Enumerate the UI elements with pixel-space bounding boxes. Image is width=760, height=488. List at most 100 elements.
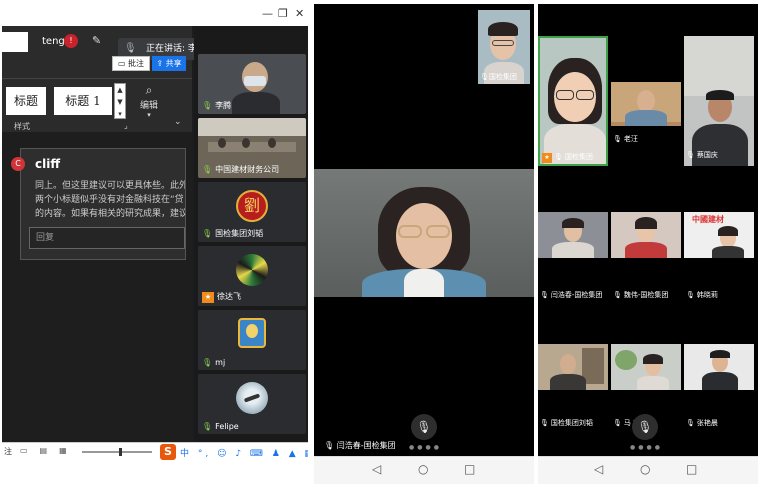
styles-group-label: 样式 bbox=[14, 122, 30, 131]
status-text: 注 bbox=[4, 447, 12, 456]
recents-icon[interactable]: □ bbox=[464, 462, 475, 476]
pen-icon[interactable]: ✎ bbox=[92, 34, 101, 47]
participant-name: 🎙 mj bbox=[202, 358, 226, 367]
minimize-icon[interactable]: — bbox=[262, 7, 273, 20]
window-titlebar: — ❐ ✕ bbox=[2, 4, 308, 26]
search-icon: ⌕ bbox=[145, 83, 153, 97]
ime-logo[interactable]: S bbox=[160, 444, 176, 460]
restore-icon[interactable]: ❐ bbox=[278, 7, 288, 20]
participant-tile[interactable]: 🎙 李腾 bbox=[198, 54, 306, 114]
account-alert-badge: ! bbox=[64, 34, 78, 48]
participant-tile[interactable]: 🎙 mj bbox=[198, 310, 306, 370]
word-ribbon: 标题 标题 1 ▲ ▼ ▾ ⌕ 编辑 ▾ 样式 ⌟ ⌄ bbox=[2, 78, 192, 132]
mute-button[interactable]: 🎙 bbox=[632, 414, 658, 440]
document-area: C cliff 同上。但这里建议可以更具体些。此外 两个小标题似乎没有对金融科技… bbox=[2, 132, 192, 442]
comment-author: cliff bbox=[35, 157, 61, 171]
microphone-icon: 🎙 bbox=[202, 358, 213, 367]
microphone-icon: 🎙 bbox=[686, 419, 695, 427]
microphone-icon: 🎙 bbox=[686, 151, 695, 159]
edit-label: 编辑 bbox=[139, 101, 158, 111]
mute-button[interactable]: 🎙 bbox=[411, 414, 437, 440]
host-icon: ★ bbox=[542, 153, 552, 163]
microphone-icon: 🎙 bbox=[202, 165, 213, 174]
participant-name: 🎙 Felipe bbox=[202, 422, 239, 431]
desktop-meeting-window: — ❐ ✕ teng ! ✎ 🎙 正在讲话: 李腾; mj; ▭ 批注 ⇪ 共享… bbox=[2, 4, 308, 460]
ime-icons[interactable]: 中 °, ☺ ♪ ⌨ ♟ ▲ ▦ bbox=[180, 446, 308, 459]
participant-tile[interactable]: 劉 🎙 国检集团刘韬 bbox=[198, 182, 306, 242]
avatar: 劉 bbox=[236, 190, 268, 222]
android-navbar: ◁ ○ □ bbox=[314, 456, 534, 484]
collapse-ribbon-icon[interactable]: ⌄ bbox=[174, 117, 182, 127]
page-indicator: ●●●● bbox=[409, 444, 442, 451]
style-heading[interactable]: 标题 bbox=[6, 87, 46, 115]
page-indicator: ●●●● bbox=[630, 444, 663, 451]
participant-tile[interactable]: 中國建材 🎙 韩晓莉 bbox=[684, 212, 754, 302]
microphone-icon: 🎙 bbox=[637, 420, 653, 434]
self-video-thumbnail[interactable]: 🎙国检集团 bbox=[478, 10, 530, 84]
view-mode-icons[interactable]: ▭▤▦ bbox=[20, 446, 79, 455]
reply-input[interactable]: 回复 bbox=[29, 227, 185, 249]
speaker-label: 🎙 闫浩春-国检集团 bbox=[324, 441, 396, 450]
microphone-icon: 🎙 bbox=[480, 73, 489, 81]
participant-name: 🎙国检集团 bbox=[480, 73, 517, 81]
android-navbar: ◁ ○ □ bbox=[538, 456, 758, 484]
participant-tile[interactable]: 🎙 魏伟-国检集团 bbox=[611, 212, 681, 302]
participant-name: 🎙 老汪 bbox=[613, 135, 638, 143]
style-heading-1[interactable]: 标题 1 bbox=[54, 87, 112, 115]
share-button[interactable]: ⇪ 共享 bbox=[152, 56, 186, 71]
microphone-icon: 🎙 bbox=[202, 422, 213, 431]
participant-tile[interactable]: 🎙 蔡国庆 bbox=[684, 36, 754, 166]
participant-name: 🎙 魏伟-国检集团 bbox=[613, 291, 669, 299]
phone-gallery-view: ★ 🎙 国检集团 🎙 老汪 🎙 蔡国庆 🎙 闫浩春-国检集团 🎙 魏伟-国检集团… bbox=[538, 4, 758, 484]
phone-speaker-view: 🎙国检集团 🎙 闫浩春-国检集团 🎙 ●●●● ◁ ○ □ bbox=[314, 4, 534, 484]
comment-card[interactable]: C cliff 同上。但这里建议可以更具体些。此外 两个小标题似乎没有对金融科技… bbox=[11, 148, 186, 260]
participant-name: 🎙 张艳晨 bbox=[686, 419, 718, 427]
participant-tile[interactable]: ★ 徐达飞 bbox=[198, 246, 306, 306]
microphone-icon: 🎙 bbox=[554, 153, 563, 161]
microphone-icon: 🎙 bbox=[686, 291, 695, 299]
styles-scroller[interactable]: ▲ ▼ ▾ bbox=[114, 83, 126, 119]
microphone-icon: 🎙 bbox=[416, 420, 432, 434]
comment-text: 同上。但这里建议可以更具体些。此外 两个小标题似乎没有对金融科技在“贷 的内容。… bbox=[35, 181, 185, 219]
back-icon[interactable]: ◁ bbox=[594, 462, 603, 476]
participant-tile[interactable]: 🎙 张艳晨 bbox=[684, 344, 754, 434]
participant-name: ★ 徐达飞 bbox=[202, 291, 241, 303]
microphone-icon: 🎙 bbox=[202, 229, 213, 238]
participant-tile[interactable]: 🎙 闫浩春-国检集团 bbox=[538, 212, 608, 302]
zoom-slider[interactable] bbox=[82, 448, 152, 456]
account-name[interactable]: teng bbox=[42, 36, 65, 47]
edit-group[interactable]: ⌕ 编辑 ▾ bbox=[134, 83, 164, 119]
participant-tile[interactable]: ★ 🎙 国检集团 bbox=[538, 36, 608, 166]
participant-name: 🎙 蔡国庆 bbox=[686, 151, 718, 159]
active-speaker-video bbox=[314, 169, 534, 297]
participant-tile[interactable]: 🎙 中国建材财务公司 bbox=[198, 118, 306, 178]
host-icon: ★ bbox=[202, 292, 214, 303]
participant-name: ★ 🎙 国检集团 bbox=[542, 152, 593, 163]
microphone-icon: 🎙 bbox=[613, 135, 622, 143]
annotate-button[interactable]: ▭ 批注 bbox=[112, 56, 150, 71]
company-logo: 中國建材 bbox=[692, 215, 724, 224]
close-icon[interactable]: ✕ bbox=[295, 7, 304, 20]
participant-tile[interactable]: 🎙 国检集团刘韬 bbox=[538, 344, 608, 434]
home-icon[interactable]: ○ bbox=[640, 462, 650, 476]
recents-icon[interactable]: □ bbox=[686, 462, 697, 476]
microphone-icon: 🎙 bbox=[202, 101, 213, 110]
participant-name: 🎙 韩晓莉 bbox=[686, 291, 718, 299]
microphone-icon: 🎙 bbox=[540, 291, 549, 299]
zoom-thumb[interactable] bbox=[118, 448, 122, 456]
participant-tile[interactable]: 🎙 Felipe bbox=[198, 374, 306, 434]
dialog-launcher-icon[interactable]: ⌟ bbox=[124, 121, 128, 130]
word-tab-stub bbox=[2, 32, 28, 52]
participant-name: 🎙 国检集团刘韬 bbox=[540, 419, 593, 427]
avatar bbox=[236, 254, 268, 286]
status-bar: 注 ▭▤▦ S 中 °, ☺ ♪ ⌨ ♟ ▲ ▦ bbox=[2, 442, 308, 460]
screenshot-composite: — ❐ ✕ teng ! ✎ 🎙 正在讲话: 李腾; mj; ▭ 批注 ⇪ 共享… bbox=[0, 0, 760, 488]
home-icon[interactable]: ○ bbox=[418, 462, 428, 476]
microphone-icon: 🎙 bbox=[540, 419, 549, 427]
participant-name: 🎙 中国建材财务公司 bbox=[202, 165, 280, 174]
back-icon[interactable]: ◁ bbox=[372, 462, 381, 476]
comment-avatar: C bbox=[11, 157, 25, 171]
participant-name: 🎙 李腾 bbox=[202, 101, 232, 110]
participant-tile[interactable]: 🎙 老汪 bbox=[611, 82, 681, 154]
microphone-icon: 🎙 bbox=[613, 291, 622, 299]
